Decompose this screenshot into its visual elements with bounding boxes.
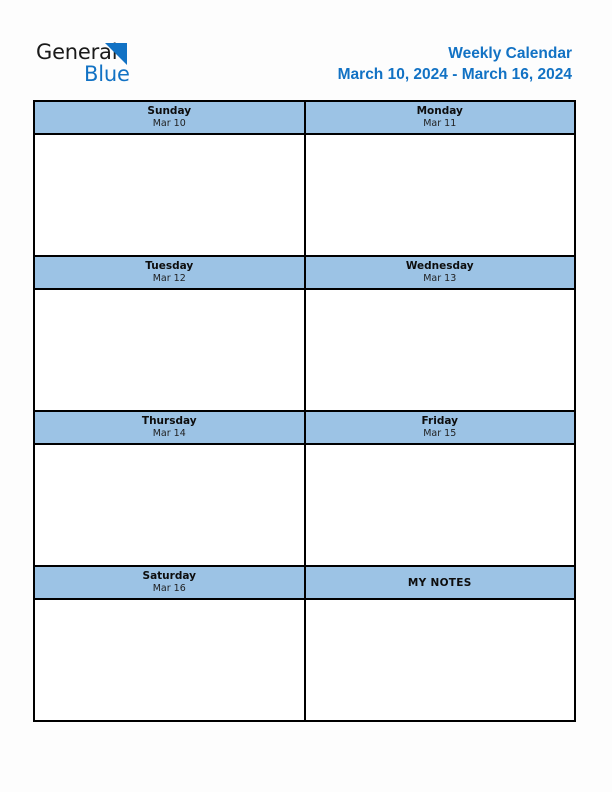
day-cell-monday[interactable]: Monday Mar 11 (305, 102, 576, 257)
day-header-friday: Friday Mar 15 (305, 412, 574, 445)
day-cell-sunday[interactable]: Sunday Mar 10 (35, 102, 306, 257)
day-name-label: Saturday (142, 570, 196, 582)
page-title: Weekly Calendar March 10, 2024 - March 1… (338, 44, 572, 86)
day-date-label: Mar 11 (423, 118, 457, 130)
day-header-thursday: Thursday Mar 14 (35, 412, 304, 445)
day-cell-wednesday[interactable]: Wednesday Mar 13 (305, 257, 576, 412)
page-header: General Blue Weekly Calendar March 10, 2… (0, 0, 612, 96)
day-date-label: Mar 16 (152, 583, 186, 595)
day-name-label: Friday (421, 415, 458, 427)
title-date-range: March 10, 2024 - March 16, 2024 (337, 65, 572, 83)
day-date-label: Mar 10 (152, 118, 186, 130)
day-cell-thursday[interactable]: Thursday Mar 14 (35, 412, 306, 567)
logo-text-blue: Blue (84, 62, 130, 86)
title-weekly-calendar: Weekly Calendar (448, 45, 572, 62)
day-content-saturday[interactable] (35, 600, 304, 722)
day-header-sunday: Sunday Mar 10 (35, 102, 304, 135)
day-name-label: Monday (416, 105, 463, 117)
day-date-label: Mar 14 (152, 428, 186, 440)
day-name-label: Wednesday (405, 260, 474, 272)
day-content-tuesday[interactable] (35, 290, 304, 412)
general-blue-logo: General Blue (36, 42, 166, 88)
day-header-tuesday: Tuesday Mar 12 (35, 257, 304, 290)
notes-header: MY NOTES (305, 567, 574, 600)
notes-title-label: MY NOTES (407, 576, 472, 589)
weekly-calendar-grid: Sunday Mar 10 Monday Mar 11 Tuesday Mar … (33, 100, 576, 722)
day-header-wednesday: Wednesday Mar 13 (305, 257, 574, 290)
day-name-label: Tuesday (145, 260, 194, 272)
day-date-label: Mar 12 (152, 273, 186, 285)
day-cell-saturday[interactable]: Saturday Mar 16 (35, 567, 306, 722)
calendar-row: Thursday Mar 14 Friday Mar 15 (35, 412, 576, 567)
day-name-label: Thursday (141, 415, 197, 427)
day-content-monday[interactable] (305, 135, 574, 257)
day-date-label: Mar 13 (423, 273, 457, 285)
day-content-sunday[interactable] (35, 135, 304, 257)
day-name-label: Sunday (147, 105, 192, 117)
day-cell-tuesday[interactable]: Tuesday Mar 12 (35, 257, 306, 412)
day-cell-friday[interactable]: Friday Mar 15 (305, 412, 576, 567)
calendar-row: Saturday Mar 16 MY NOTES (35, 567, 576, 722)
calendar-row: Sunday Mar 10 Monday Mar 11 (35, 102, 576, 257)
day-header-saturday: Saturday Mar 16 (35, 567, 304, 600)
calendar-row: Tuesday Mar 12 Wednesday Mar 13 (35, 257, 576, 412)
notes-content-area[interactable] (305, 600, 574, 722)
day-date-label: Mar 15 (423, 428, 457, 440)
day-content-wednesday[interactable] (305, 290, 574, 412)
day-header-monday: Monday Mar 11 (305, 102, 574, 135)
day-content-friday[interactable] (305, 445, 574, 567)
notes-cell[interactable]: MY NOTES (305, 567, 576, 722)
day-content-thursday[interactable] (35, 445, 304, 567)
